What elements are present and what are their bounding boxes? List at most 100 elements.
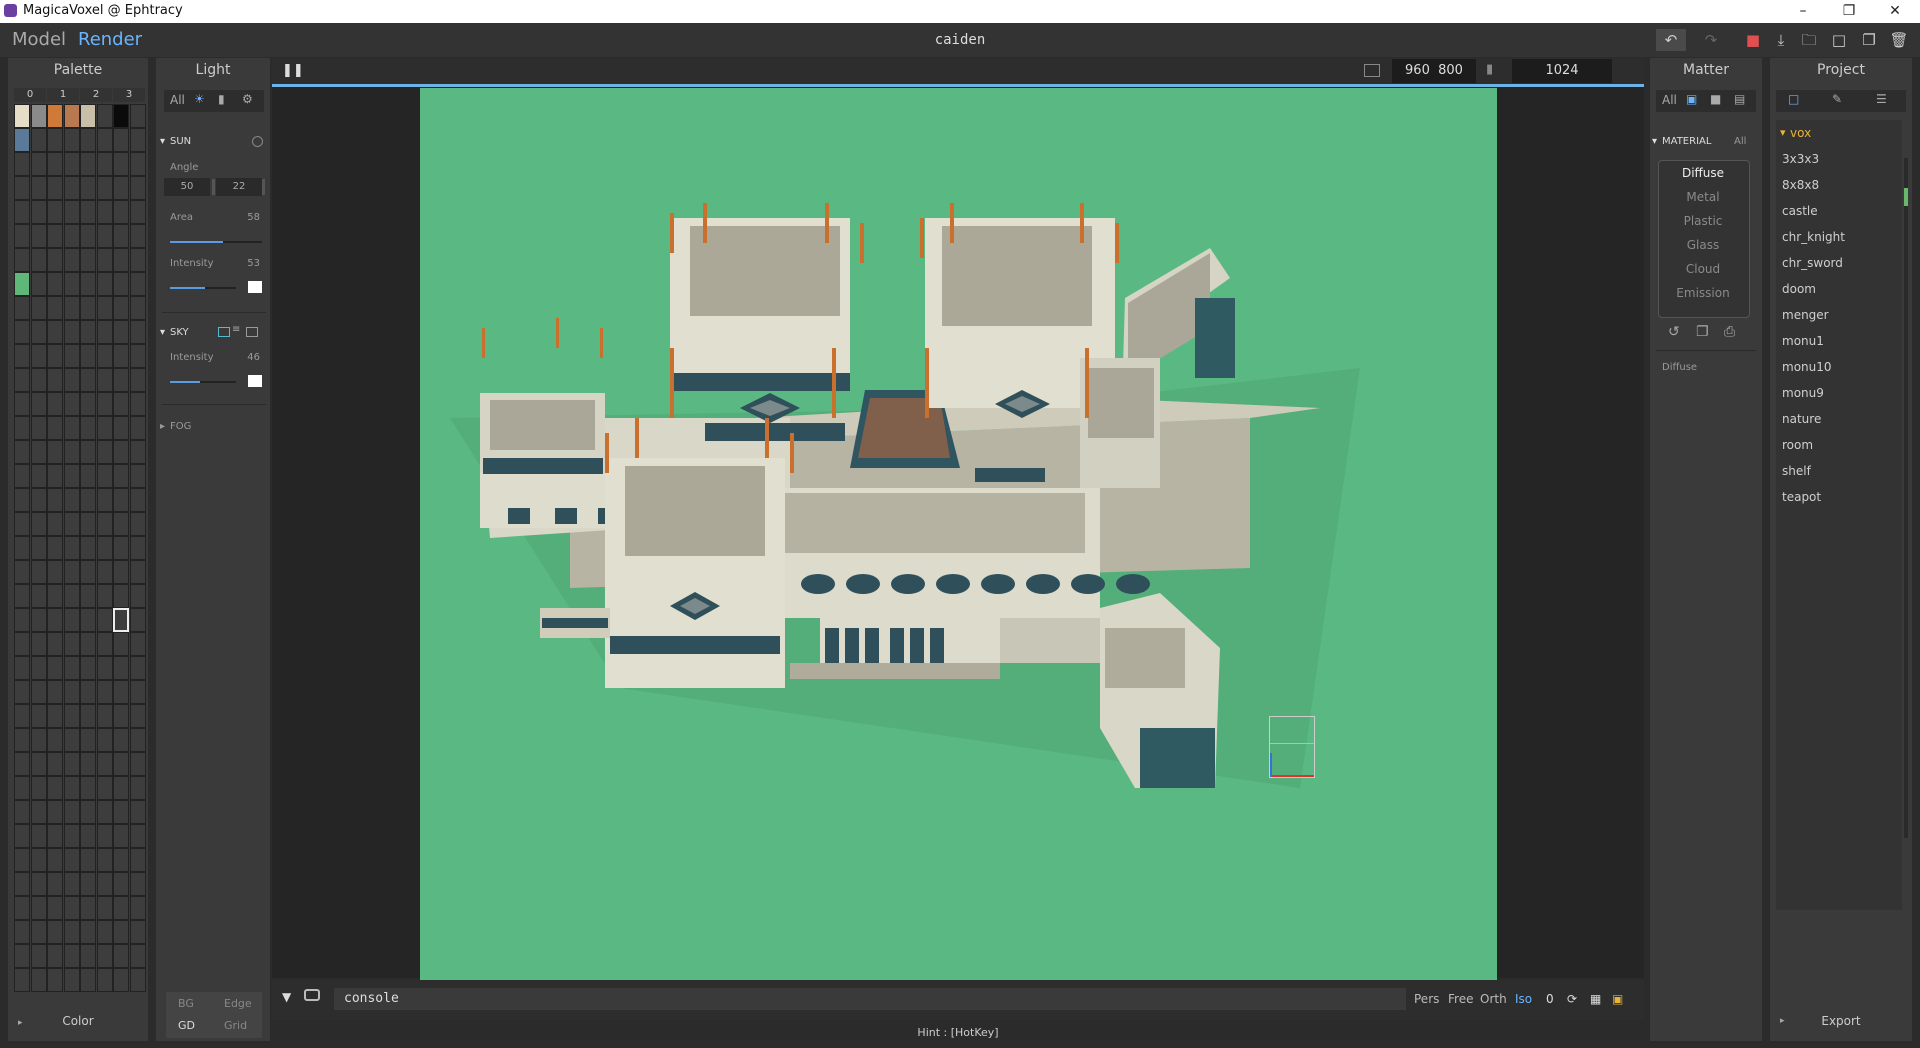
palette-color-cell[interactable] bbox=[80, 512, 96, 536]
palette-color-cell[interactable] bbox=[47, 896, 63, 920]
palette-color-cell[interactable] bbox=[47, 824, 63, 848]
sun-collapse-icon[interactable]: ▾ bbox=[160, 136, 165, 147]
palette-color-cell[interactable] bbox=[96, 920, 113, 944]
palette-color-cell[interactable] bbox=[63, 560, 80, 584]
palette-color-cell[interactable] bbox=[14, 584, 30, 608]
palette-color-cell[interactable] bbox=[47, 392, 63, 416]
project-file-item[interactable]: chr_knight bbox=[1782, 230, 1845, 244]
palette-color-cell[interactable] bbox=[63, 824, 80, 848]
palette-color-cell[interactable] bbox=[80, 128, 96, 152]
palette-color-cell[interactable] bbox=[113, 176, 129, 200]
palette-color-cell[interactable] bbox=[30, 128, 47, 152]
palette-color-cell[interactable] bbox=[63, 272, 80, 296]
palette-color-cell[interactable] bbox=[14, 608, 30, 632]
palette-color-cell[interactable] bbox=[129, 632, 146, 656]
palette-color-cell[interactable] bbox=[113, 824, 129, 848]
palette-color-cell[interactable] bbox=[14, 200, 30, 224]
palette-color-cell[interactable] bbox=[80, 392, 96, 416]
palette-tab-0[interactable]: 0 bbox=[14, 88, 46, 102]
palette-color-cell[interactable] bbox=[47, 704, 63, 728]
palette-color-cell[interactable] bbox=[129, 512, 146, 536]
palette-color-cell[interactable] bbox=[113, 392, 129, 416]
material-cube-icon[interactable]: ▣ bbox=[1686, 92, 1697, 106]
vox-folder-expand-icon[interactable]: ▾ bbox=[1780, 126, 1786, 139]
palette-color-cell[interactable] bbox=[96, 584, 113, 608]
palette-color-cell[interactable] bbox=[80, 704, 96, 728]
palette-color-cell[interactable] bbox=[63, 224, 80, 248]
palette-color-cell[interactable] bbox=[113, 656, 129, 680]
material-cloud[interactable]: Cloud bbox=[1660, 258, 1746, 280]
palette-color-cell[interactable] bbox=[129, 200, 146, 224]
palette-color-cell[interactable] bbox=[14, 104, 30, 128]
open-folder-icon[interactable]: 🗀 bbox=[1796, 29, 1822, 51]
palette-color-cell[interactable] bbox=[113, 704, 129, 728]
palette-color-cell[interactable] bbox=[30, 944, 47, 968]
palette-color-cell[interactable] bbox=[30, 248, 47, 272]
palette-color-cell[interactable] bbox=[63, 128, 80, 152]
palette-color-cell[interactable] bbox=[129, 752, 146, 776]
material-plastic[interactable]: Plastic bbox=[1660, 210, 1746, 232]
palette-color-cell[interactable] bbox=[14, 392, 30, 416]
palette-color-cell[interactable] bbox=[80, 752, 96, 776]
palette-color-cell[interactable] bbox=[63, 320, 80, 344]
frame-icon[interactable]: ▦ bbox=[1590, 992, 1601, 1006]
palette-color-cell[interactable] bbox=[113, 608, 129, 632]
new-file-icon[interactable]: □ bbox=[1826, 29, 1852, 51]
palette-color-cell[interactable] bbox=[129, 824, 146, 848]
render-viewport[interactable]: ❚❚ 960 800 ▮ 1024 bbox=[272, 58, 1644, 981]
palette-color-cell[interactable] bbox=[63, 464, 80, 488]
palette-color-cell[interactable] bbox=[80, 368, 96, 392]
console-input[interactable]: console bbox=[334, 988, 1406, 1010]
palette-color-cell[interactable] bbox=[63, 368, 80, 392]
project-scroll-thumb[interactable] bbox=[1904, 188, 1908, 206]
palette-color-cell[interactable] bbox=[96, 776, 113, 800]
project-file-item[interactable]: shelf bbox=[1782, 464, 1811, 478]
palette-color-cell[interactable] bbox=[129, 344, 146, 368]
palette-color-cell[interactable] bbox=[14, 752, 30, 776]
palette-color-cell[interactable] bbox=[96, 944, 113, 968]
palette-color-cell[interactable] bbox=[80, 104, 96, 128]
palette-color-cell[interactable] bbox=[80, 536, 96, 560]
palette-color-cell[interactable] bbox=[63, 680, 80, 704]
palette-color-cell[interactable] bbox=[30, 776, 47, 800]
palette-color-cell[interactable] bbox=[96, 128, 113, 152]
project-file-item[interactable]: menger bbox=[1782, 308, 1829, 322]
palette-grid[interactable] bbox=[14, 104, 146, 994]
palette-color-cell[interactable] bbox=[14, 848, 30, 872]
palette-color-cell[interactable] bbox=[30, 680, 47, 704]
palette-color-cell[interactable] bbox=[47, 728, 63, 752]
palette-color-cell[interactable] bbox=[47, 680, 63, 704]
palette-color-cell[interactable] bbox=[96, 200, 113, 224]
cam-mode-pers[interactable]: Pers bbox=[1414, 992, 1439, 1006]
palette-color-cell[interactable] bbox=[80, 632, 96, 656]
palette-color-cell[interactable] bbox=[30, 752, 47, 776]
palette-color-cell[interactable] bbox=[47, 608, 63, 632]
palette-color-cell[interactable] bbox=[129, 944, 146, 968]
palette-color-cell[interactable] bbox=[30, 200, 47, 224]
vox-folder[interactable]: vox bbox=[1790, 126, 1811, 140]
reset-icon[interactable]: ↺ bbox=[1668, 324, 1680, 340]
palette-color-cell[interactable] bbox=[14, 728, 30, 752]
palette-color-cell[interactable] bbox=[14, 896, 30, 920]
palette-color-cell[interactable] bbox=[14, 560, 30, 584]
palette-color-cell[interactable] bbox=[63, 704, 80, 728]
palette-color-cell[interactable] bbox=[80, 152, 96, 176]
palette-color-cell[interactable] bbox=[47, 536, 63, 560]
palette-color-cell[interactable] bbox=[30, 872, 47, 896]
palette-color-cell[interactable] bbox=[96, 800, 113, 824]
palette-color-cell[interactable] bbox=[47, 440, 63, 464]
palette-color-cell[interactable] bbox=[47, 512, 63, 536]
palette-color-cell[interactable] bbox=[129, 464, 146, 488]
palette-color-cell[interactable] bbox=[129, 776, 146, 800]
palette-color-cell[interactable] bbox=[113, 488, 129, 512]
palette-color-cell[interactable] bbox=[96, 704, 113, 728]
palette-color-cell[interactable] bbox=[80, 464, 96, 488]
palette-color-cell[interactable] bbox=[129, 416, 146, 440]
palette-color-cell[interactable] bbox=[113, 968, 129, 992]
palette-color-cell[interactable] bbox=[129, 608, 146, 632]
view-gizmo[interactable] bbox=[1269, 716, 1315, 778]
save-icon[interactable]: ■ bbox=[1740, 29, 1766, 51]
project-file-item[interactable]: 8x8x8 bbox=[1782, 178, 1819, 192]
material-emission[interactable]: Emission bbox=[1660, 282, 1746, 304]
palette-color-cell[interactable] bbox=[30, 104, 47, 128]
